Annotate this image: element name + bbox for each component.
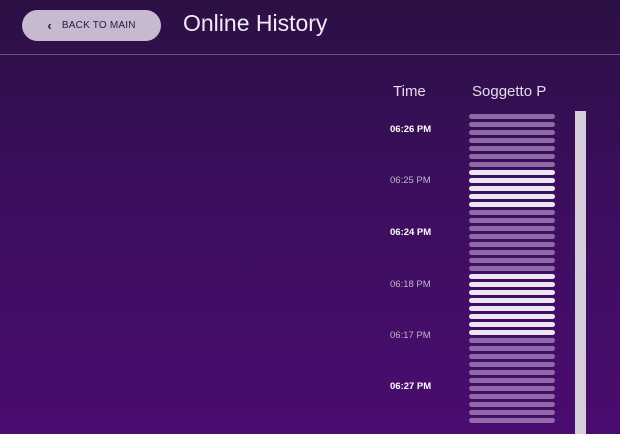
activity-bar-offline xyxy=(469,354,555,359)
column-header-subject: Soggetto P xyxy=(472,83,547,100)
back-to-main-button[interactable]: ‹ BACK TO MAIN xyxy=(22,10,161,41)
scrollbar[interactable] xyxy=(575,111,586,434)
activity-bar-offline xyxy=(469,242,555,247)
activity-bar-online xyxy=(469,322,555,327)
activity-bar-offline xyxy=(469,130,555,135)
activity-bar-offline xyxy=(469,346,555,351)
subject-activity-bars xyxy=(469,114,555,426)
activity-bar-online xyxy=(469,314,555,319)
activity-bar-online xyxy=(469,290,555,295)
activity-bar-offline xyxy=(469,418,555,423)
activity-bar-online xyxy=(469,274,555,279)
back-button-label: BACK TO MAIN xyxy=(61,20,136,31)
activity-bar-offline xyxy=(469,122,555,127)
chevron-left-icon: ‹ xyxy=(47,17,52,33)
activity-bar-online xyxy=(469,194,555,199)
page-title: Online History xyxy=(183,10,328,36)
time-label: 06:17 PM xyxy=(390,330,431,341)
activity-bar-offline xyxy=(469,394,555,399)
activity-bar-online xyxy=(469,282,555,287)
activity-bar-offline xyxy=(469,138,555,143)
time-label: 06:18 PM xyxy=(390,279,431,290)
header-bar: ‹ BACK TO MAIN Online History xyxy=(0,0,620,54)
activity-bar-offline xyxy=(469,258,555,263)
activity-bar-online xyxy=(469,330,555,335)
activity-bar-offline xyxy=(469,114,555,119)
header-divider xyxy=(0,54,620,55)
activity-bar-online xyxy=(469,298,555,303)
activity-bar-online xyxy=(469,178,555,183)
column-header-time: Time xyxy=(393,83,426,100)
activity-bar-online xyxy=(469,186,555,191)
activity-bar-offline xyxy=(469,154,555,159)
time-label: 06:27 PM xyxy=(390,381,432,392)
activity-bar-offline xyxy=(469,218,555,223)
activity-bar-offline xyxy=(469,362,555,367)
activity-bar-offline xyxy=(469,338,555,343)
activity-bar-offline xyxy=(469,162,555,167)
activity-bar-offline xyxy=(469,146,555,151)
activity-bar-offline xyxy=(469,378,555,383)
activity-bar-offline xyxy=(469,402,555,407)
activity-bar-offline xyxy=(469,226,555,231)
time-label: 06:26 PM xyxy=(390,124,432,135)
activity-bar-offline xyxy=(469,266,555,271)
activity-bar-online xyxy=(469,202,555,207)
activity-bar-offline xyxy=(469,370,555,375)
activity-bar-offline xyxy=(469,410,555,415)
activity-bar-offline xyxy=(469,386,555,391)
activity-bar-offline xyxy=(469,210,555,215)
activity-bar-online xyxy=(469,306,555,311)
activity-bar-online xyxy=(469,170,555,175)
activity-bar-offline xyxy=(469,250,555,255)
time-label: 06:24 PM xyxy=(390,227,432,238)
activity-bar-offline xyxy=(469,234,555,239)
time-label: 06:25 PM xyxy=(390,175,431,186)
